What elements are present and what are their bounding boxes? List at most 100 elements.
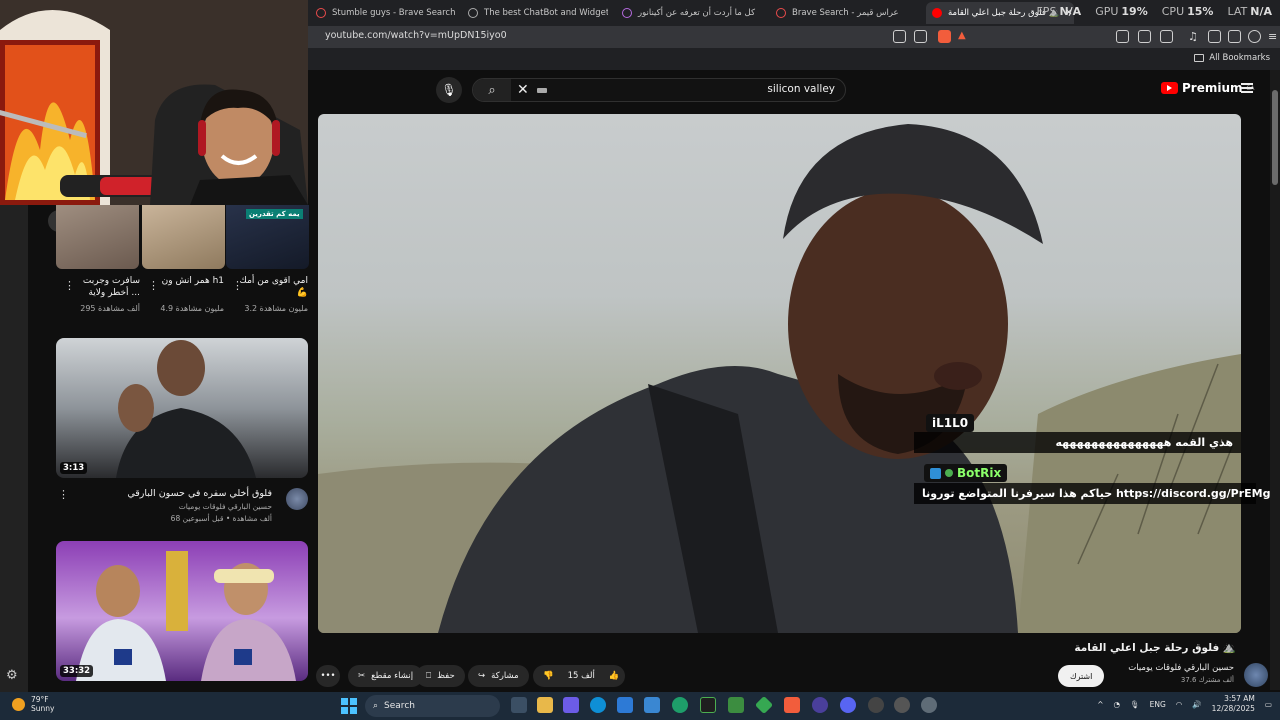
save-button[interactable]: ⎕ حفظ [416, 665, 465, 687]
taskbar-search[interactable]: ⌕ Search [365, 695, 500, 717]
tab-2[interactable]: The best ChatBot and Widgets for Ki [468, 2, 608, 24]
app-icon[interactable] [868, 697, 884, 713]
keyboard-icon[interactable] [536, 87, 547, 93]
like-dislike-group[interactable]: 👎 15 ألف 👍 [533, 665, 625, 687]
channel-name[interactable]: حسين البارقي فلوقات يوميات [1128, 663, 1234, 673]
youtube-play-icon [1161, 82, 1178, 94]
chevron-up-icon[interactable]: ^ [1097, 700, 1103, 709]
notification-icon[interactable]: ▭ [1265, 700, 1272, 709]
app-icon[interactable] [672, 697, 688, 713]
chat-username: iL1L0 [926, 414, 975, 432]
short-thumbnail[interactable] [56, 205, 139, 269]
discord-icon[interactable] [840, 697, 856, 713]
windows-start-icon[interactable] [341, 698, 357, 714]
microphone-icon[interactable]: 🎙 [436, 77, 462, 103]
wallet-icon[interactable] [1228, 30, 1241, 43]
video-duration: 3:13 [60, 462, 88, 474]
bookmark-icon: ⎕ [426, 671, 432, 681]
app-icon[interactable] [812, 697, 828, 713]
brave-icon[interactable] [784, 697, 800, 713]
app-icon[interactable] [894, 697, 910, 713]
youtube-icon [932, 8, 942, 18]
short-title[interactable]: امي اقوى من أمك 💪 [228, 275, 308, 299]
channel-avatar[interactable] [1244, 663, 1268, 687]
save-label: حفظ [437, 671, 455, 681]
time: 3:57 AM [1224, 694, 1255, 703]
extension-icon[interactable] [1116, 30, 1129, 43]
more-actions-button[interactable]: ••• [316, 665, 340, 687]
subscribe-button[interactable]: اشترك [1058, 665, 1105, 687]
date: 12/28/2025 [1211, 704, 1255, 713]
weather-condition: Sunny [31, 704, 55, 713]
all-bookmarks[interactable]: All Bookmarks [1194, 53, 1270, 63]
video-player[interactable]: iL1L0 هذي القمه هههههههههههههههه BotRix [318, 114, 1241, 633]
moderator-icon [930, 467, 941, 479]
short-views: 4.9 مليون مشاهدة [160, 304, 224, 313]
tab-1[interactable]: Stumble guys - Brave Search [316, 2, 456, 24]
music-icon[interactable]: ♫ [1188, 30, 1201, 43]
short-thumb-caption: يمه كم تقدرين [246, 209, 303, 219]
search-box[interactable]: ⌕ ✕ silicon valley [472, 78, 846, 102]
tab-label: Brave Search - عراس قيمر [792, 8, 899, 18]
dislike-icon[interactable]: 👎 [543, 671, 554, 681]
hamburger-menu-icon[interactable] [1241, 83, 1253, 93]
short-title[interactable]: سافرت وجربت أخطر ولاية ... [60, 275, 140, 299]
language-indicator[interactable]: ENG [1150, 700, 1166, 709]
short-title[interactable]: همر انش ون h1 [144, 275, 224, 287]
sidebar-icon[interactable] [1208, 30, 1221, 43]
search-input[interactable]: silicon valley [767, 83, 835, 95]
tab-label: The best ChatBot and Widgets for Ki [484, 8, 608, 18]
copilot-icon[interactable] [563, 697, 579, 713]
clip-button[interactable]: ✂ إنشاء مقطع [348, 665, 424, 687]
share-arrow-icon: ↪ [478, 671, 486, 681]
short-thumbnail[interactable] [142, 205, 225, 269]
store-icon[interactable] [617, 697, 633, 713]
search-icon[interactable]: ⌕ [473, 79, 511, 101]
more-options-icon[interactable]: ⋮ [58, 489, 69, 500]
app-icon[interactable] [754, 695, 774, 715]
address-bar[interactable]: youtube.com/watch?v=mUpDN15iyo0 ▲ ♫ ≡ [308, 26, 1280, 48]
url-text[interactable]: youtube.com/watch?v=mUpDN15iyo0 [325, 30, 507, 41]
clear-search-icon[interactable]: ✕ [517, 82, 529, 98]
video-stats: 68 ألف مشاهدة • قبل أسبوعين [170, 514, 272, 523]
file-explorer-icon[interactable] [537, 697, 553, 713]
page-scrollbar[interactable] [1270, 70, 1280, 690]
video-title[interactable]: فلوق أخلي سفره في حسون البارقي [72, 488, 272, 499]
weather-widget[interactable]: 79°F Sunny [12, 695, 54, 713]
video-thumbnail[interactable]: 3:13 [56, 338, 308, 478]
cast-icon[interactable] [893, 30, 906, 43]
page-icon [622, 8, 632, 18]
edge-icon[interactable] [590, 697, 606, 713]
volume-icon[interactable]: 🔊 [1192, 700, 1201, 709]
share-icon[interactable] [914, 30, 927, 43]
extension-icon[interactable] [1160, 30, 1173, 43]
brave-icon [316, 8, 326, 18]
clock[interactable]: 3:57 AM 12/28/2025 [1212, 694, 1255, 714]
settings-icon[interactable] [921, 697, 937, 713]
channel-name[interactable]: حسين البارقي فلوقات يوميات [179, 502, 272, 511]
wifi-icon[interactable]: ◠ [1176, 700, 1183, 709]
microphone-icon[interactable]: 🎙 [1130, 700, 1140, 709]
mail-icon[interactable] [644, 697, 660, 713]
scrollbar-thumb[interactable] [1272, 90, 1278, 185]
app-icon[interactable] [728, 697, 744, 713]
short-thumbnail[interactable]: يمه كم تقدرين [226, 205, 309, 269]
video-info: فلوق رحلة جبل اعلي القامة ⛰️ ••• ✂ إنشاء … [308, 635, 1270, 692]
gear-icon[interactable]: ⚙ [6, 668, 18, 683]
task-view-icon[interactable] [511, 697, 527, 713]
like-icon[interactable]: 👍 [609, 671, 620, 681]
network-icon[interactable]: ◔ [1114, 700, 1121, 709]
tab-3[interactable]: كل ما أردت أن تعرفه عن أكينانور [622, 2, 762, 24]
short-views: 3.2 مليون مشاهدة [244, 304, 308, 313]
vpn-icon[interactable] [1248, 30, 1261, 43]
rewards-icon[interactable]: ▲ [958, 30, 971, 43]
menu-icon[interactable]: ≡ [1268, 30, 1280, 43]
extension-icon[interactable] [1138, 30, 1151, 43]
system-tray: ^ ◔ 🎙 ENG ◠ 🔊 3:57 AM 12/28/2025 ▭ [1097, 694, 1272, 714]
video-thumbnail[interactable]: 33:32 [56, 541, 308, 681]
app-icon[interactable] [700, 697, 716, 713]
avatar[interactable] [286, 488, 308, 510]
tab-4[interactable]: Brave Search - عراس قيمر [776, 2, 916, 24]
share-button[interactable]: ↪ مشاركة [468, 665, 529, 687]
brave-shields-icon[interactable] [938, 30, 951, 43]
